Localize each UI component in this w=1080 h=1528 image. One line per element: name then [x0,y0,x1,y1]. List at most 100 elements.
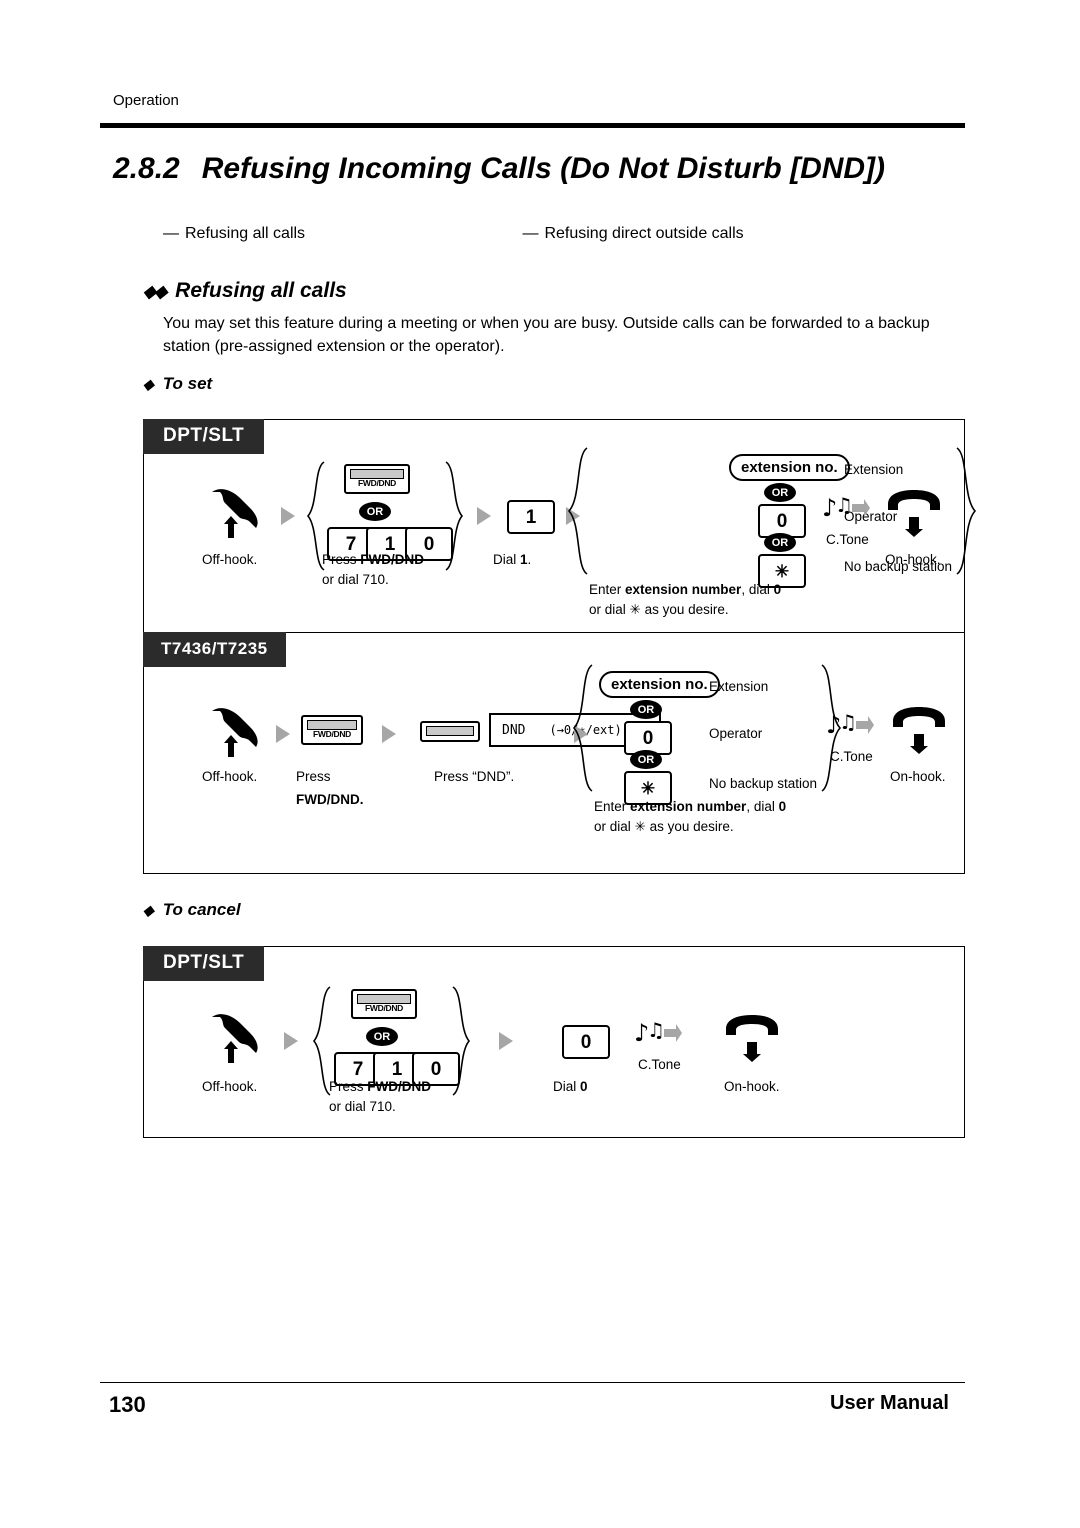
caption-c-tone: C.Tone [638,1057,681,1072]
brace-close-large-icon [956,447,977,575]
running-head: Operation [113,92,179,109]
caption-dial-0: Dial 0 [553,1079,588,1094]
to-cancel-label: To cancel [162,900,241,919]
key-1-dial[interactable]: 1 [507,500,555,534]
page-title-text: Refusing Incoming Calls (Do Not Disturb … [201,152,886,185]
note-part-d: 0 [773,582,782,597]
caption-press-dnd: Press “DND”. [434,769,515,784]
caption-dial-text: Dial [493,552,521,567]
flow-arrow-icon [499,1032,513,1050]
panel-tab-dpt-slt: DPT/SLT [143,419,265,454]
off-hook-handset-icon [212,708,258,757]
flow-arrow-icon [281,507,295,525]
caption-c-tone: C.Tone [830,749,873,764]
off-hook-handset-icon [212,1014,258,1063]
brace-close-icon [445,461,464,571]
extension-no-box[interactable]: extension no. [729,454,850,481]
caption-dial-1: Dial 1. [493,552,531,567]
to-cancel-heading: ◆ To cancel [143,900,241,920]
sublink-list: — Refusing all calls — Refusing direct out… [163,225,983,243]
panel-tab-t7436-t7235: T7436/T7235 [143,632,286,667]
note-part-a: Enter [594,799,631,814]
panel-tab-dpt-slt-cancel: DPT/SLT [143,946,265,981]
caption-press-bold: FWD/DND [367,1079,432,1094]
em-dash-icon: — [163,225,179,242]
fwd-dnd-button[interactable]: FWD/DND [351,989,417,1019]
note-part-b: extension number [630,799,747,814]
or-badge: OR [359,502,391,521]
footer-title: User Manual [830,1392,949,1414]
caption-press: Press [296,769,331,784]
caption-press-bold: FWD/DND [360,552,425,567]
brace-close-icon [452,986,471,1096]
note-or-dial-star: or dial ✳ as you desire. [589,602,729,618]
page-title: 2.8.2 Refusing Incoming Calls (Do Not Dis… [113,152,993,186]
label-extension: Extension [844,462,904,477]
star-glyph-icon: ✳ [634,819,646,834]
caption-or-dial-710: or dial 710. [322,572,389,587]
or-badge: OR [764,483,796,502]
soft-key-lamp-icon [426,726,474,736]
svg-text:♫: ♫ [839,710,857,734]
section-intro: You may set this feature during a meetin… [163,315,930,355]
soft-key-button[interactable] [420,721,480,742]
sublink-item-1[interactable]: — Refusing direct outside calls [522,225,743,243]
fwd-dnd-button-label: FWD/DND [357,478,397,488]
svg-text:♫: ♫ [835,493,853,517]
page-number: 130 [109,1392,146,1417]
note2-part-c: as you desire. [645,819,734,834]
on-hook-handset-icon [888,490,940,537]
em-dash-icon: — [522,225,539,242]
note2-part-c: as you desire. [640,602,729,617]
caption-dial-text: Dial [553,1079,581,1094]
note-part-c: , dial [746,799,779,814]
caption-off-hook: Off-hook. [202,552,258,567]
or-badge: OR [630,750,662,769]
note-part-b: extension number [625,582,742,597]
header-rule [100,123,965,128]
lcd-text-dnd: DND [502,722,526,738]
brace-open-large-icon [567,447,588,575]
fwd-dnd-button-label: FWD/DND [312,729,352,739]
note-part-a: Enter [589,582,626,597]
confirmation-tone-icon: ♪ ♫ [826,710,874,739]
diamond-icon: ◆ [143,376,154,392]
caption-on-hook: On-hook. [885,552,941,567]
panel-dpt-slt-cancel: DPT/SLT Off-hook. FWD/DND OR 7 1 0 Press… [143,946,965,1138]
off-hook-handset-icon [212,489,258,538]
on-hook-handset-icon [726,1015,778,1062]
fwd-dnd-button-label: FWD/DND [364,1003,404,1013]
fwd-dnd-button[interactable]: FWD/DND [301,715,363,745]
diamond-icon: ◆ [143,902,154,918]
panel-dpt-slt-set: DPT/SLT Off-hook. FWD/DND OR 7 1 0 Press… [143,419,977,634]
section-heading-label: Refusing all calls [175,279,347,302]
diamond-pair-icon: ◆◆ [143,282,167,301]
sublink-item-0[interactable]: — Refusing all calls [163,225,518,243]
confirmation-tone-icon: ♪ ♫ [634,1018,682,1047]
key-0-dial[interactable]: 0 [562,1025,610,1059]
footer-rule [100,1382,965,1383]
fwd-dnd-button[interactable]: FWD/DND [344,464,410,494]
note-enter-extension: Enter extension number, dial 0 [594,799,786,814]
caption-dial-bold: 0 [580,1079,588,1094]
flow-arrow-icon [382,725,396,743]
svg-text:♫: ♫ [647,1018,665,1042]
note2-part-a: or dial [589,602,630,617]
note2-part-a: or dial [594,819,635,834]
panel-t7436-t7235-set: T7436/T7235 Off-hook. FWD/DND Press FWD/… [143,632,965,874]
caption-press-text: Press [322,552,361,567]
extension-no-box[interactable]: extension no. [599,671,720,698]
label-operator: Operator [709,726,763,741]
caption-on-hook: On-hook. [890,769,946,784]
sublink-label-0: Refusing all calls [185,225,306,242]
note-enter-extension: Enter extension number, dial 0 [589,582,781,597]
caption-on-hook: On-hook. [724,1079,780,1094]
note-or-dial-star: or dial ✳ as you desire. [594,819,734,835]
to-set-label: To set [162,374,213,393]
flow-arrow-icon [477,507,491,525]
document-page: Operation 2.8.2 Refusing Incoming Calls (… [0,0,1080,1528]
confirmation-tone-icon: ♪ ♫ [822,493,870,522]
caption-off-hook: Off-hook. [202,769,258,784]
note-part-c: , dial [741,582,774,597]
caption-press-fwd-dnd-bold: FWD/DND. [296,792,364,807]
